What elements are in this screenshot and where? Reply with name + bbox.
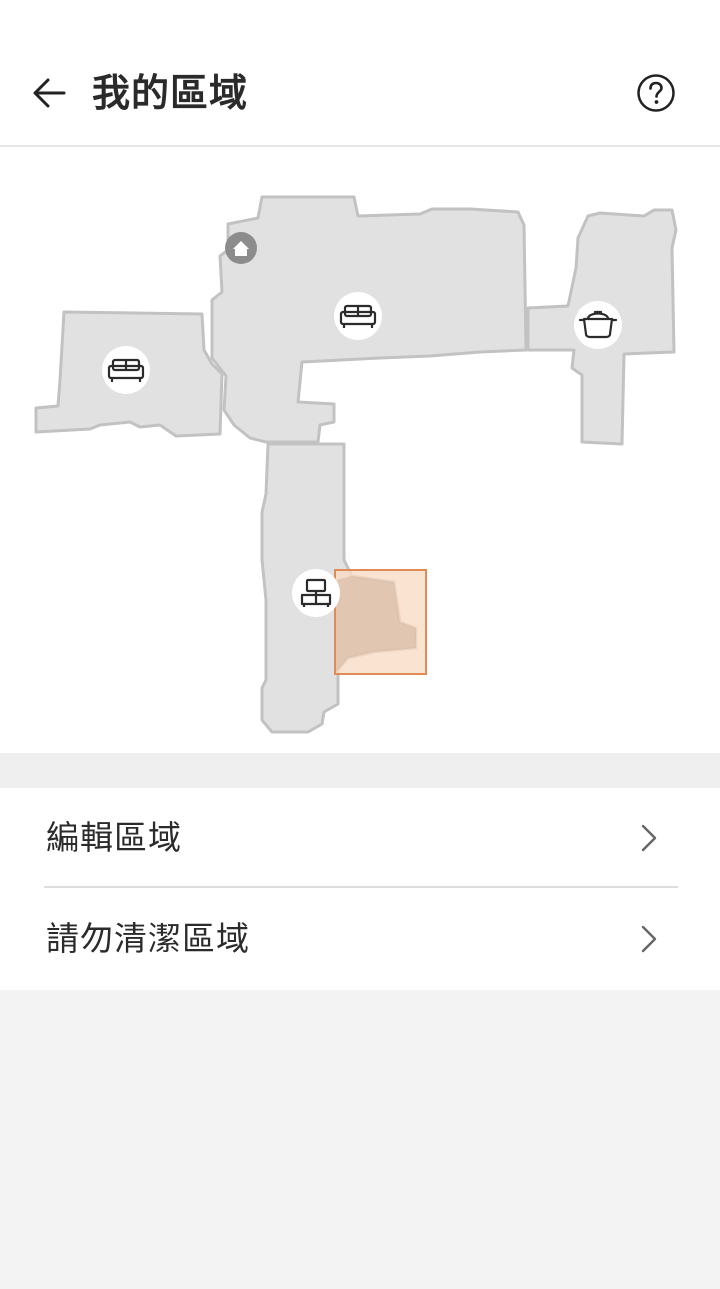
chevron-right-icon xyxy=(641,925,657,953)
edit-zones-item[interactable]: 編輯區域 xyxy=(0,788,720,888)
home-icon[interactable] xyxy=(225,232,257,264)
app-header: 我的區域 xyxy=(0,0,720,147)
chevron-right-icon xyxy=(641,824,657,852)
sofa-icon[interactable] xyxy=(334,292,382,340)
no-clean-zones-label: 請勿清潔區域 xyxy=(46,919,250,958)
back-button[interactable] xyxy=(26,70,72,116)
map-canvas xyxy=(34,195,678,734)
cooking-pot-icon[interactable] xyxy=(574,301,622,349)
arrow-left-icon xyxy=(33,78,66,108)
zone-menu: 編輯區域 請勿清潔區域 xyxy=(0,788,720,990)
floor-map xyxy=(0,147,720,753)
section-separator xyxy=(0,753,720,788)
help-button[interactable] xyxy=(634,71,678,115)
menu-divider xyxy=(44,886,678,888)
page-title: 我的區域 xyxy=(92,71,249,115)
no-clean-zones-item[interactable]: 請勿清潔區域 xyxy=(0,889,720,989)
edit-zones-label: 編輯區域 xyxy=(46,818,182,857)
sofa-icon[interactable] xyxy=(102,346,150,394)
question-circle-icon xyxy=(637,74,675,112)
tv-cabinet-icon[interactable] xyxy=(292,569,340,617)
